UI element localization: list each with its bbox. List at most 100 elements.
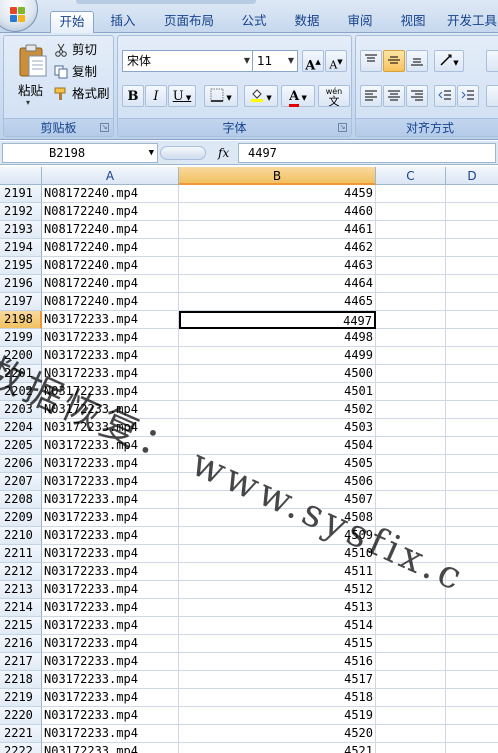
font-size-select[interactable]: 11 ▼: [252, 50, 298, 72]
font-launcher-icon[interactable]: ↘: [338, 123, 347, 132]
tab-page-layout[interactable]: 页面布局: [156, 11, 222, 33]
cell-c[interactable]: [376, 689, 446, 707]
tab-view[interactable]: 视图: [393, 11, 433, 33]
align-right-button[interactable]: [406, 85, 428, 107]
row-header[interactable]: 2203: [0, 401, 42, 419]
row-header[interactable]: 2222: [0, 743, 42, 753]
row-header[interactable]: 2209: [0, 509, 42, 527]
cell-a[interactable]: N03172233.mp4: [42, 581, 179, 599]
cell-c[interactable]: [376, 509, 446, 527]
cell-c[interactable]: [376, 203, 446, 221]
office-button[interactable]: [0, 0, 38, 32]
cell-b[interactable]: 4461: [179, 221, 376, 239]
cell-c[interactable]: [376, 617, 446, 635]
cell-b[interactable]: 4509: [179, 527, 376, 545]
cell-d[interactable]: [446, 725, 498, 743]
row-header[interactable]: 2216: [0, 635, 42, 653]
clipboard-launcher-icon[interactable]: ↘: [100, 123, 109, 132]
cell-a[interactable]: N03172233.mp4: [42, 635, 179, 653]
cell-a[interactable]: N08172240.mp4: [42, 185, 179, 203]
column-header-c[interactable]: C: [376, 167, 446, 185]
cell-b[interactable]: 4460: [179, 203, 376, 221]
align-bottom-button[interactable]: [406, 50, 428, 72]
cell-a[interactable]: N03172233.mp4: [42, 599, 179, 617]
cell-d[interactable]: [446, 689, 498, 707]
cell-c[interactable]: [376, 239, 446, 257]
cell-a[interactable]: N03172233.mp4: [42, 437, 179, 455]
cell-a[interactable]: N03172233.mp4: [42, 347, 179, 365]
cell-c[interactable]: [376, 329, 446, 347]
row-header[interactable]: 2202: [0, 383, 42, 401]
row-header[interactable]: 2217: [0, 653, 42, 671]
row-header[interactable]: 2198: [0, 311, 42, 329]
cell-b[interactable]: 4521: [179, 743, 376, 753]
active-cell[interactable]: 4497: [179, 311, 376, 329]
formula-input[interactable]: 4497: [238, 143, 496, 163]
cell-c[interactable]: [376, 455, 446, 473]
row-header[interactable]: 2197: [0, 293, 42, 311]
select-all-corner[interactable]: [0, 167, 42, 185]
cell-a[interactable]: N08172240.mp4: [42, 203, 179, 221]
cell-b[interactable]: 4517: [179, 671, 376, 689]
cell-c[interactable]: [376, 437, 446, 455]
cell-d[interactable]: [446, 455, 498, 473]
cell-b[interactable]: 4507: [179, 491, 376, 509]
row-header[interactable]: 2193: [0, 221, 42, 239]
row-header[interactable]: 2195: [0, 257, 42, 275]
fill-color-button[interactable]: ▼: [244, 85, 278, 107]
cell-d[interactable]: [446, 617, 498, 635]
row-header[interactable]: 2219: [0, 689, 42, 707]
cell-d[interactable]: [446, 635, 498, 653]
cell-a[interactable]: N08172240.mp4: [42, 293, 179, 311]
paste-button[interactable]: 粘贴: [18, 80, 43, 99]
align-top-button[interactable]: [360, 50, 382, 72]
underline-button[interactable]: U ▼: [168, 85, 196, 107]
cell-c[interactable]: [376, 563, 446, 581]
cell-b[interactable]: 4518: [179, 689, 376, 707]
row-header[interactable]: 2194: [0, 239, 42, 257]
row-header[interactable]: 2204: [0, 419, 42, 437]
grow-font-button[interactable]: A▲: [302, 50, 324, 73]
cell-b[interactable]: 4515: [179, 635, 376, 653]
align-left-button[interactable]: [360, 85, 382, 107]
cell-d[interactable]: [446, 311, 498, 329]
tab-review[interactable]: 审阅: [340, 11, 380, 33]
row-header[interactable]: 2200: [0, 347, 42, 365]
cell-a[interactable]: N08172240.mp4: [42, 275, 179, 293]
cell-d[interactable]: [446, 653, 498, 671]
row-header[interactable]: 2221: [0, 725, 42, 743]
cell-a[interactable]: N03172233.mp4: [42, 455, 179, 473]
cell-d[interactable]: [446, 401, 498, 419]
row-header[interactable]: 2207: [0, 473, 42, 491]
align-middle-button[interactable]: [383, 50, 405, 72]
cell-a[interactable]: N03172233.mp4: [42, 419, 179, 437]
wrap-text-button[interactable]: [486, 50, 498, 72]
cell-a[interactable]: N03172233.mp4: [42, 365, 179, 383]
cell-b[interactable]: 4459: [179, 185, 376, 203]
cell-b[interactable]: 4510: [179, 545, 376, 563]
cell-b[interactable]: 4513: [179, 599, 376, 617]
cell-b[interactable]: 4499: [179, 347, 376, 365]
cell-d[interactable]: [446, 239, 498, 257]
name-box[interactable]: B2198 ▼: [2, 143, 158, 163]
cell-a[interactable]: N03172233.mp4: [42, 329, 179, 347]
row-header[interactable]: 2212: [0, 563, 42, 581]
bold-button[interactable]: B: [122, 85, 144, 107]
cell-d[interactable]: [446, 257, 498, 275]
cell-a[interactable]: N08172240.mp4: [42, 239, 179, 257]
cell-d[interactable]: [446, 275, 498, 293]
cell-a[interactable]: N03172233.mp4: [42, 491, 179, 509]
paste-icon[interactable]: [18, 44, 48, 78]
cell-d[interactable]: [446, 527, 498, 545]
align-center-button[interactable]: [383, 85, 405, 107]
cell-b[interactable]: 4464: [179, 275, 376, 293]
font-color-button[interactable]: A ▼: [281, 85, 315, 107]
cell-a[interactable]: N03172233.mp4: [42, 671, 179, 689]
cell-d[interactable]: [446, 599, 498, 617]
cell-c[interactable]: [376, 419, 446, 437]
phonetic-guide-button[interactable]: wén 文: [318, 85, 350, 107]
cell-c[interactable]: [376, 635, 446, 653]
cut-button[interactable]: 剪切: [52, 40, 97, 60]
cell-c[interactable]: [376, 743, 446, 753]
cell-b[interactable]: 4514: [179, 617, 376, 635]
